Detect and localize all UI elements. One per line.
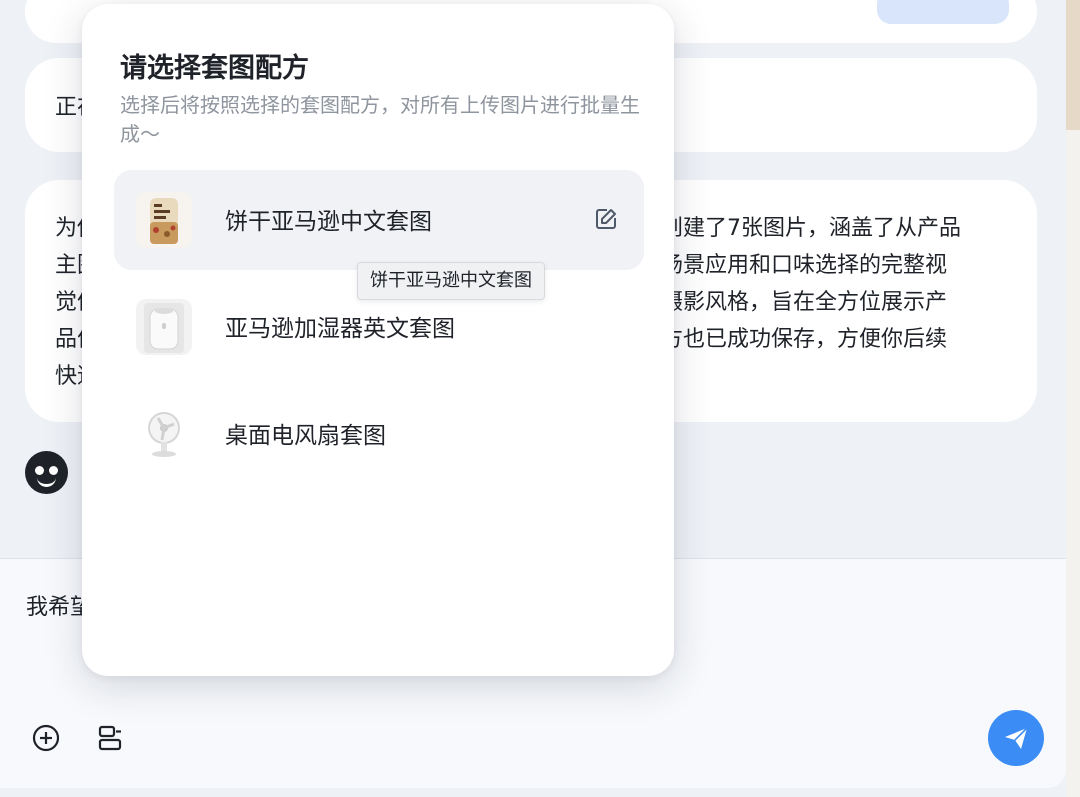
message-line: 方也已成功保存，方便你后续	[661, 327, 948, 352]
recipe-option-desk-fan[interactable]: 桌面电风扇套图	[114, 384, 644, 484]
side-preview-photo	[1066, 0, 1080, 130]
recipe-option-label: 桌面电风扇套图	[225, 423, 386, 449]
add-icon[interactable]	[30, 722, 62, 754]
message-line: 摄影风格，旨在全方位展示产	[661, 290, 948, 315]
avatar-eye	[35, 466, 44, 475]
edit-icon[interactable]	[594, 207, 618, 231]
popup-subtitle: 选择后将按照选择的套图配方，对所有上传图片进行批量生成～	[120, 93, 640, 146]
message-right-fragments: 创建了7张图片，涵盖了从产品 场景应用和口味选择的完整视 摄影风格，旨在全方位展…	[661, 210, 961, 358]
cookie-jar-thumbnail	[136, 192, 192, 248]
avatar-eye	[49, 466, 58, 475]
message-line: 场景应用和口味选择的完整视	[661, 253, 948, 278]
send-icon	[1005, 727, 1028, 749]
recipe-option-cookie[interactable]: 饼干亚马逊中文套图	[114, 170, 644, 270]
avatar-smile	[37, 476, 56, 487]
previous-message-action[interactable]	[877, 0, 1009, 24]
side-preview-strip	[1066, 0, 1080, 797]
send-button[interactable]	[988, 710, 1044, 766]
humidifier-thumbnail	[136, 299, 192, 355]
popup-title: 请选择套图配方	[120, 53, 309, 84]
recipe-tooltip: 饼干亚马逊中文套图	[357, 262, 545, 300]
template-recipe-popup: 请选择套图配方 选择后将按照选择的套图配方，对所有上传图片进行批量生成～ 饼干亚…	[82, 4, 674, 676]
desk-fan-thumbnail	[136, 406, 192, 462]
message-line: 创建了7张图片，涵盖了从产品	[661, 216, 961, 241]
assistant-avatar	[25, 451, 68, 494]
recipe-option-label: 亚马逊加湿器英文套图	[225, 316, 455, 342]
template-icon[interactable]	[94, 722, 126, 754]
recipe-option-label: 饼干亚马逊中文套图	[225, 209, 432, 235]
